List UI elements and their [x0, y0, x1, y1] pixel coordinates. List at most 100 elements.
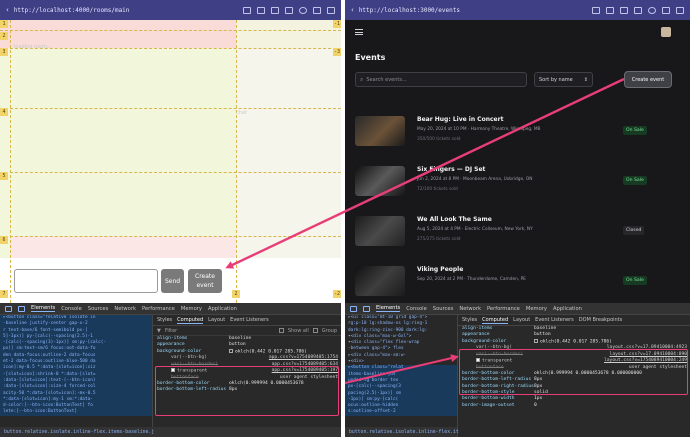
- back-arrow-icon[interactable]: ‹: [6, 6, 9, 14]
- event-thumbnail: [355, 266, 405, 296]
- dom-tree[interactable]: ▸<button class="relative isolate in -bas…: [0, 315, 152, 427]
- dom-line[interactable]: s:outline-offset-2: [345, 409, 457, 416]
- dom-line[interactable]: lete:[--btn-icon:ButtonText]: [0, 409, 152, 416]
- subtab-layout[interactable]: Layout: [513, 317, 530, 323]
- property-name: border-image-outset: [462, 402, 515, 408]
- debug-band-header-side: [236, 20, 341, 48]
- dom-tree[interactable]: ▸<ul class="mt-10 grid gap-4"> rg:p-10 l…: [345, 315, 457, 427]
- device-icon[interactable]: [18, 305, 25, 312]
- left-address-bar[interactable]: http://localhost:4000/rooms/main: [14, 7, 243, 14]
- computed-property[interactable]: border-image-outset 0: [458, 403, 690, 409]
- event-row[interactable]: We All Look The Same Aug 5, 2024 at 4 PM…: [355, 210, 675, 250]
- guide-line: [10, 20, 11, 303]
- window-icon[interactable]: [606, 6, 614, 14]
- room-side-placeholder: chat: [236, 110, 247, 116]
- link-icon[interactable]: [592, 6, 600, 14]
- property-value: 0: [534, 402, 537, 408]
- guide-line: [236, 20, 237, 303]
- subtab-computed[interactable]: Computed: [177, 317, 204, 324]
- event-name: Bear Hug: Live in Concert: [417, 116, 504, 123]
- devtools-icon[interactable]: [327, 6, 335, 14]
- send-button[interactable]: Send: [161, 269, 184, 293]
- right-browser-toolbar: ‹ http://localhost:3000/events: [345, 0, 690, 20]
- link-icon[interactable]: [243, 6, 251, 14]
- camera-icon[interactable]: [620, 6, 628, 14]
- tab-network[interactable]: Network: [459, 306, 481, 312]
- tab-sources[interactable]: Sources: [433, 306, 454, 312]
- right-address-bar[interactable]: http://localhost:3000/events: [359, 7, 592, 14]
- event-row[interactable]: Bear Hug: Live in Concert May 20, 2024 a…: [355, 110, 675, 150]
- event-thumbnail: [355, 116, 405, 146]
- grid-marker: 1: [0, 20, 8, 28]
- tablet-icon[interactable]: [634, 6, 642, 14]
- tab-elements[interactable]: Elements: [31, 305, 56, 312]
- settings-icon[interactable]: [648, 6, 656, 14]
- subtab-computed[interactable]: Computed: [482, 317, 509, 324]
- inspect-icon[interactable]: [5, 305, 12, 312]
- chevron-updown-icon: ⇕: [583, 76, 588, 83]
- tab-memory[interactable]: Memory: [181, 306, 202, 312]
- property-value: oklch(0.442 0.017 285.786): [235, 349, 307, 355]
- hamburger-menu-icon[interactable]: [355, 29, 363, 35]
- device-icon[interactable]: [363, 305, 370, 312]
- subtab-layout[interactable]: Layout: [208, 317, 225, 323]
- status-badge: Closed: [623, 226, 645, 235]
- tab-memory[interactable]: Memory: [526, 306, 547, 312]
- event-tickets: 275/275 tickets sold: [417, 237, 461, 242]
- camera-icon[interactable]: [271, 6, 279, 14]
- create-event-button-left[interactable]: Create event: [188, 269, 222, 293]
- tab-console[interactable]: Console: [61, 306, 82, 312]
- window-icon[interactable]: [257, 6, 265, 14]
- grid-marker: 2: [0, 32, 8, 40]
- tab-performance[interactable]: Performance: [142, 306, 175, 312]
- subtab-event-listeners[interactable]: Event Listeners: [535, 317, 574, 323]
- debug-band-footer: [10, 236, 236, 258]
- element-breadcrumb[interactable]: button.relative.isolate.inline-flex.it: [345, 427, 459, 437]
- message-input[interactable]: [14, 269, 158, 293]
- back-arrow-icon[interactable]: ‹: [351, 6, 354, 14]
- tab-elements[interactable]: Elements: [376, 305, 401, 312]
- grid-marker: -3: [333, 48, 341, 56]
- event-row[interactable]: Six Fingers — DJ Set Jun 2, 2024 at 8 PM…: [355, 160, 675, 200]
- event-meta: Jun 2, 2024 at 8 PM · Moonbeam Arena, Ux…: [417, 177, 533, 182]
- tab-application[interactable]: Application: [553, 306, 582, 312]
- tablet-icon[interactable]: [285, 6, 293, 14]
- highlight-box-right: [459, 349, 688, 395]
- search-placeholder: Search events...: [366, 76, 407, 83]
- event-name: We All Look The Same: [417, 216, 492, 223]
- grid-marker: 7: [0, 290, 8, 298]
- settings-icon[interactable]: [299, 6, 307, 14]
- subtab-styles[interactable]: Styles: [157, 317, 172, 323]
- inspect-icon[interactable]: [350, 305, 357, 312]
- user-avatar[interactable]: [661, 27, 671, 37]
- left-browser-toolbar: ‹ http://localhost:4000/rooms/main: [0, 0, 341, 20]
- filter-input[interactable]: Filter: [165, 328, 275, 334]
- subtab-event-listeners[interactable]: Event Listeners: [230, 317, 269, 323]
- tab-performance[interactable]: Performance: [487, 306, 520, 312]
- create-event-button[interactable]: Create event: [624, 71, 672, 88]
- element-breadcrumb[interactable]: button.relative.isolate.inline-flex.item…: [0, 427, 341, 437]
- show-all-label: Show all: [287, 327, 309, 334]
- tab-sources[interactable]: Sources: [88, 306, 109, 312]
- show-all-checkbox[interactable]: [278, 328, 284, 333]
- grid-marker: 5: [0, 172, 8, 180]
- panel-icon[interactable]: [313, 6, 321, 14]
- panel-icon[interactable]: [662, 6, 670, 14]
- search-input[interactable]: ⌕ Search events...: [355, 72, 527, 87]
- sort-select[interactable]: Sort by name ⇕: [534, 72, 593, 87]
- tab-application[interactable]: Application: [208, 306, 237, 312]
- group-checkbox[interactable]: [312, 328, 318, 333]
- devtools-icon[interactable]: [676, 6, 684, 14]
- grid-marker: -1: [333, 20, 341, 28]
- tab-console[interactable]: Console: [406, 306, 427, 312]
- subtab-dom-breakpoints[interactable]: DOM Breakpoints: [579, 317, 622, 323]
- event-thumbnail: [355, 166, 405, 196]
- subtab-styles[interactable]: Styles: [462, 317, 477, 323]
- event-name: Six Fingers — DJ Set: [417, 166, 486, 173]
- color-swatch-icon[interactable]: [534, 338, 538, 343]
- event-row[interactable]: Viking People Sep 20, 2024 at 2 PM · Thu…: [355, 260, 675, 300]
- debug-band-side: [236, 48, 341, 258]
- devtools-tabbar: Elements Console Sources Network Perform…: [0, 303, 341, 315]
- tab-network[interactable]: Network: [114, 306, 136, 312]
- color-swatch-icon[interactable]: [229, 348, 233, 353]
